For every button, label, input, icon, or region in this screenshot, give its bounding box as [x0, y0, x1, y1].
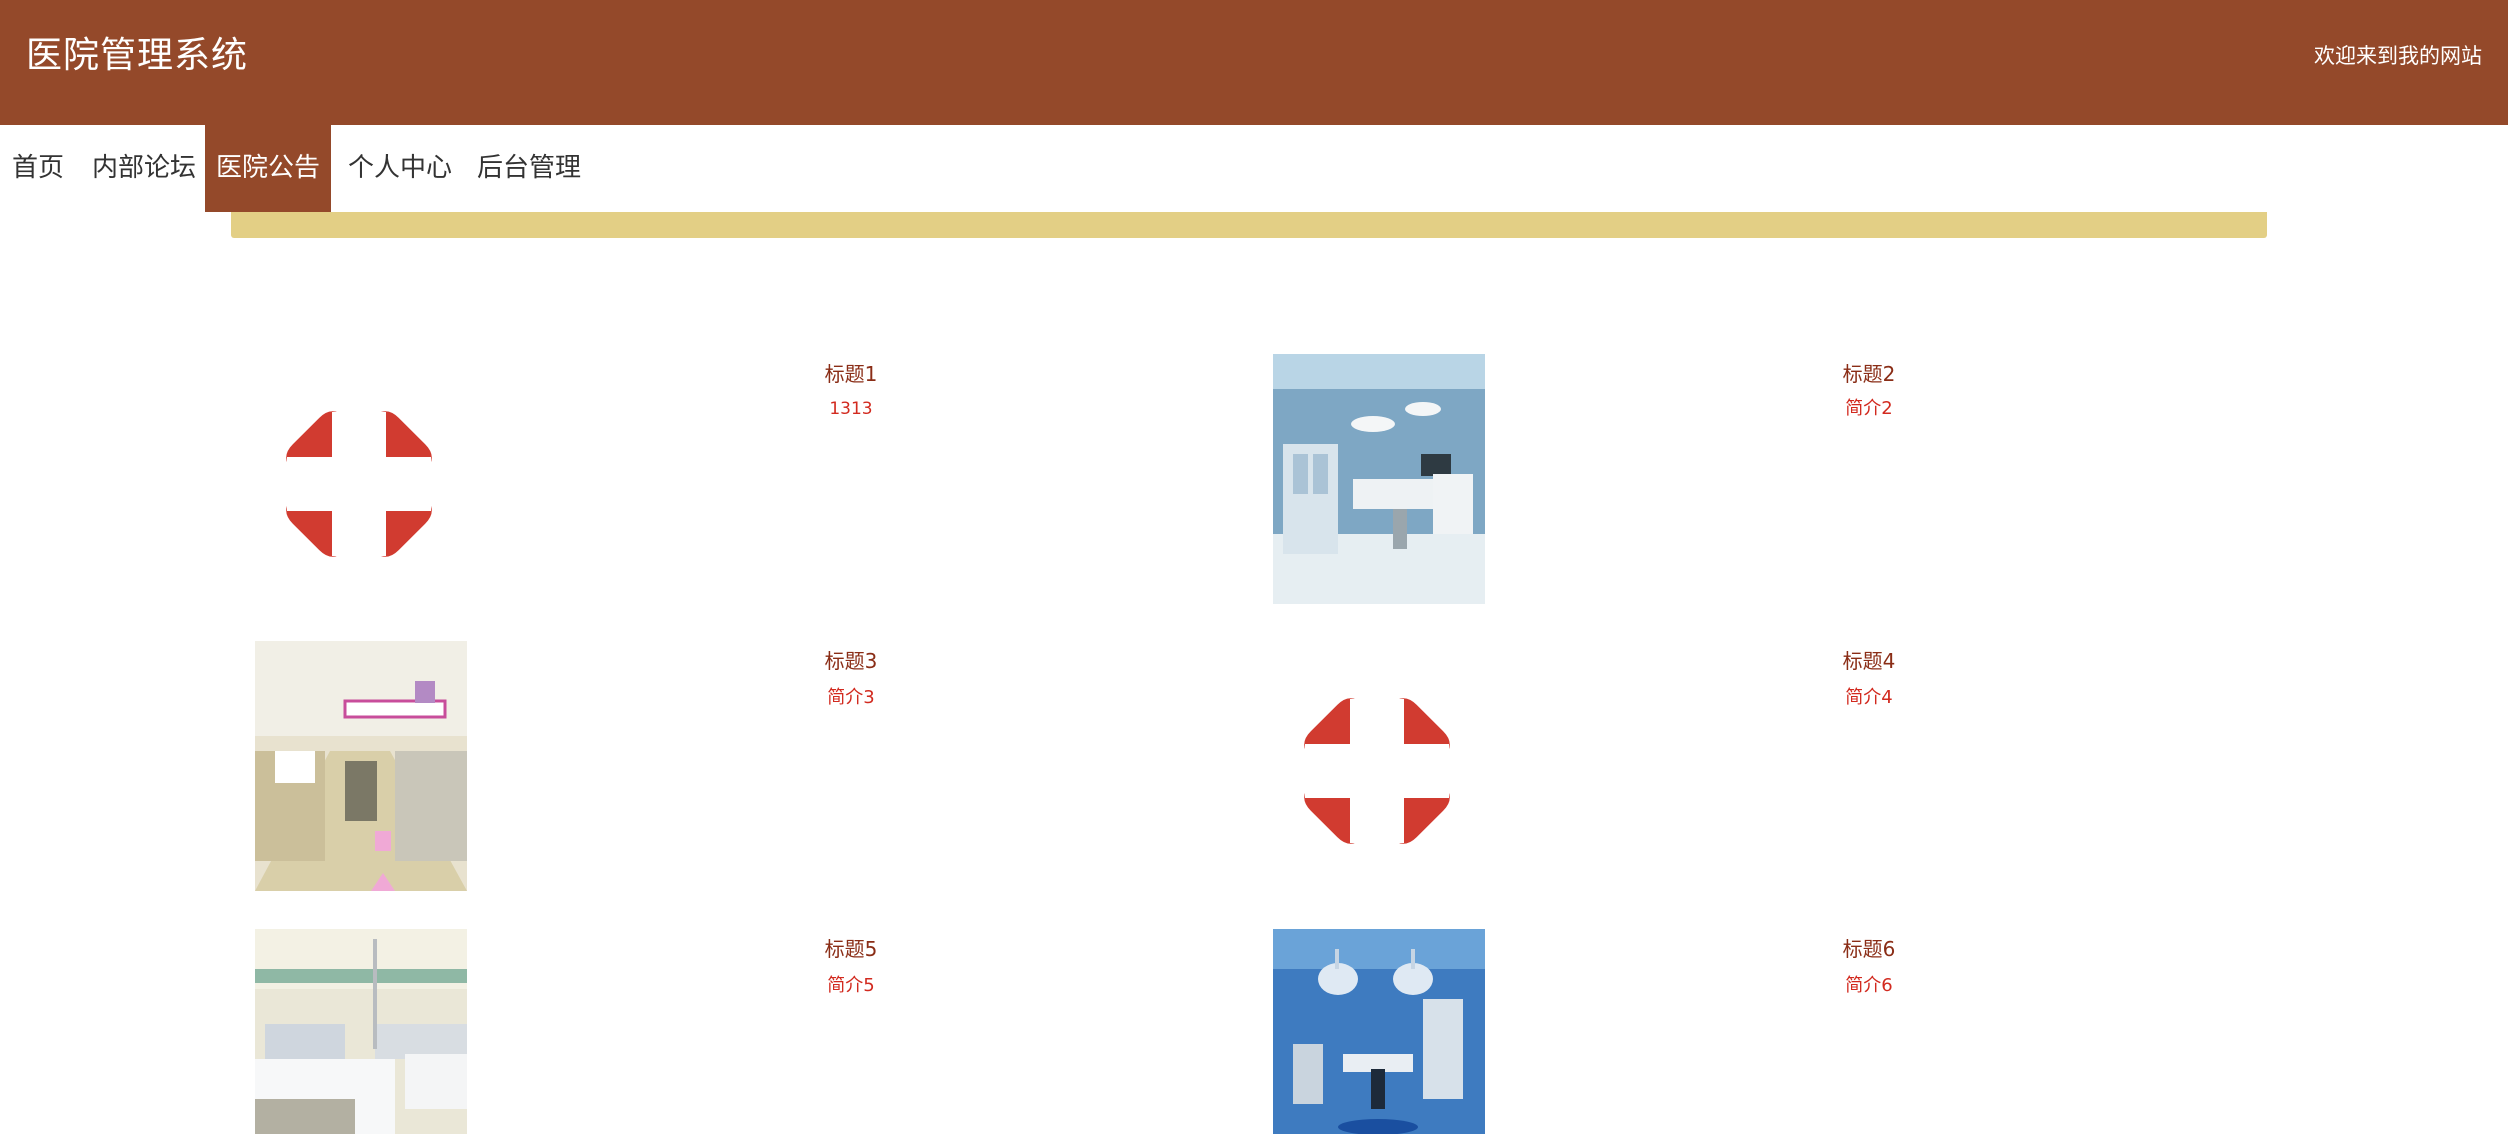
notice-card[interactable]: 标题2 简介2 [1273, 354, 2073, 606]
hospital-ward-image[interactable] [255, 929, 467, 1134]
notice-card[interactable]: 标题3 简介3 [255, 641, 1055, 893]
notice-card[interactable]: 标题5 简介5 [255, 929, 1055, 1134]
surgery-theater-image[interactable] [1273, 929, 1485, 1134]
nav-item-announcements[interactable]: 医院公告 [205, 125, 331, 212]
notice-title[interactable]: 标题5 [751, 935, 951, 963]
page: 医院管理系统 欢迎来到我的网站 首页 内部论坛 医院公告 个人中心 后台管理 标… [0, 0, 2508, 1134]
notice-desc: 简介4 [1845, 687, 1893, 708]
notice-desc: 简介6 [1845, 975, 1893, 996]
red-cross-logo-image[interactable] [255, 354, 467, 604]
notice-desc: 1313 [829, 399, 873, 419]
nav-item-personal-center[interactable]: 个人中心 [348, 125, 452, 212]
hospital-corridor-image[interactable] [255, 641, 467, 891]
red-cross-logo-image[interactable] [1273, 641, 1485, 891]
notice-card[interactable]: 标题1 1313 [255, 354, 1055, 606]
nav-item-forum[interactable]: 内部论坛 [92, 125, 196, 212]
site-header: 医院管理系统 欢迎来到我的网站 [0, 0, 2508, 125]
notice-card[interactable]: 标题6 简介6 [1273, 929, 2073, 1134]
notice-desc: 简介5 [827, 975, 875, 996]
main-nav: 首页 内部论坛 医院公告 个人中心 后台管理 [0, 125, 2508, 212]
notice-desc: 简介3 [827, 687, 875, 708]
notice-title[interactable]: 标题1 [751, 360, 951, 388]
notice-desc: 简介2 [1845, 398, 1893, 419]
notice-title[interactable]: 标题4 [1769, 647, 1969, 675]
notice-card[interactable]: 标题4 简介4 [1273, 641, 2073, 893]
welcome-text: 欢迎来到我的网站 [2314, 44, 2482, 68]
site-title: 医院管理系统 [26, 35, 249, 76]
notice-title[interactable]: 标题6 [1769, 935, 1969, 963]
operating-room-image[interactable] [1273, 354, 1485, 604]
notice-title[interactable]: 标题3 [751, 647, 951, 675]
nav-item-admin[interactable]: 后台管理 [477, 125, 581, 212]
nav-item-home[interactable]: 首页 [12, 125, 64, 212]
notice-title[interactable]: 标题2 [1769, 360, 1969, 388]
